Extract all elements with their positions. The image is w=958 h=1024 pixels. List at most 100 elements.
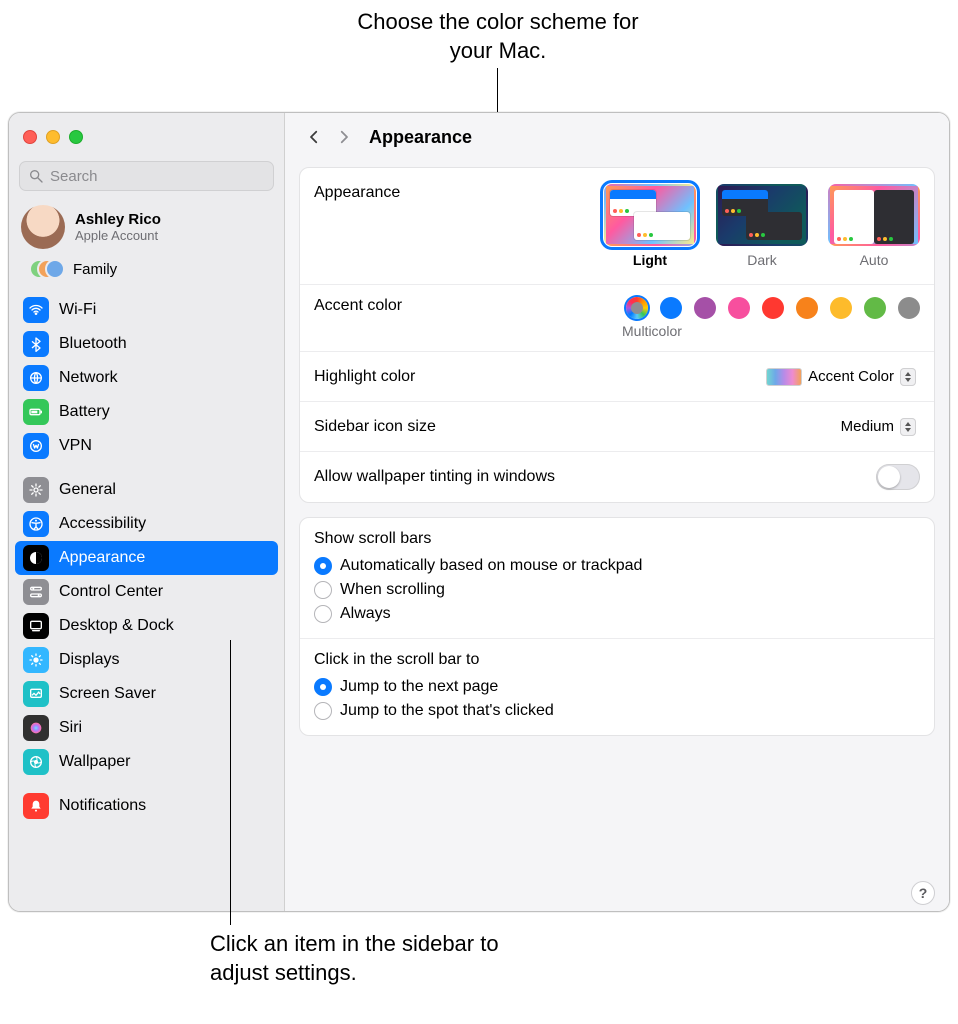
accent-swatch-blue[interactable] bbox=[660, 297, 682, 319]
zoom-button[interactable] bbox=[69, 130, 83, 144]
help-button[interactable]: ? bbox=[911, 881, 935, 905]
globe-icon bbox=[23, 365, 49, 391]
appearance-thumbnail bbox=[604, 184, 696, 246]
scrollbars-option[interactable]: Automatically based on mouse or trackpad bbox=[314, 554, 920, 578]
apple-account-row[interactable]: Ashley Rico Apple Account bbox=[9, 199, 284, 253]
highlight-value: Accent Color bbox=[808, 368, 894, 385]
callout-top: Choose the color scheme for your Mac. bbox=[348, 8, 648, 65]
sidebar-item-label: Notifications bbox=[59, 797, 146, 815]
sidebar-item-label: Network bbox=[59, 369, 118, 387]
sidebar-item-label: Displays bbox=[59, 651, 119, 669]
wallpaper-icon bbox=[23, 749, 49, 775]
accent-swatch-orange[interactable] bbox=[796, 297, 818, 319]
sidebar-item-desktop-dock[interactable]: Desktop & Dock bbox=[15, 609, 278, 643]
wifi-icon bbox=[23, 297, 49, 323]
sidebar-item-network[interactable]: Network bbox=[15, 361, 278, 395]
sidebar-item-wallpaper[interactable]: Wallpaper bbox=[15, 745, 278, 779]
radio-label: When scrolling bbox=[340, 581, 445, 599]
control-center-icon bbox=[23, 579, 49, 605]
nav-forward-button[interactable] bbox=[333, 126, 355, 148]
accent-label: Accent color bbox=[314, 297, 402, 315]
screen-saver-icon bbox=[23, 681, 49, 707]
accent-swatch-pink[interactable] bbox=[728, 297, 750, 319]
accent-swatch-purple[interactable] bbox=[694, 297, 716, 319]
highlight-label: Highlight color bbox=[314, 368, 415, 386]
callout-line-bottom bbox=[230, 640, 231, 925]
appearance-icon bbox=[23, 545, 49, 571]
sidebar-item-vpn[interactable]: VPN bbox=[15, 429, 278, 463]
sidebar-item-label: Wi-Fi bbox=[59, 301, 96, 319]
radio-button[interactable] bbox=[314, 702, 332, 720]
search-field[interactable] bbox=[19, 161, 274, 191]
family-row[interactable]: Family bbox=[9, 253, 284, 289]
chevron-right-icon bbox=[335, 128, 353, 146]
sidebar-item-displays[interactable]: Displays bbox=[15, 643, 278, 677]
accent-swatch-yellow[interactable] bbox=[830, 297, 852, 319]
appearance-label: Appearance bbox=[314, 184, 400, 202]
accent-swatch-graphite[interactable] bbox=[898, 297, 920, 319]
minimize-button[interactable] bbox=[46, 130, 60, 144]
bluetooth-icon bbox=[23, 331, 49, 357]
sidebar-item-wi-fi[interactable]: Wi-Fi bbox=[15, 293, 278, 327]
appearance-option-dark[interactable]: Dark bbox=[716, 184, 808, 268]
close-button[interactable] bbox=[23, 130, 37, 144]
nav-back-button[interactable] bbox=[303, 126, 325, 148]
desktop-dock-icon bbox=[23, 613, 49, 639]
sidebar-item-screen-saver[interactable]: Screen Saver bbox=[15, 677, 278, 711]
scrollbars-section: Show scroll bars Automatically based on … bbox=[300, 518, 934, 638]
notifications-icon bbox=[23, 793, 49, 819]
sidebar-item-label: Bluetooth bbox=[59, 335, 127, 353]
radio-button[interactable] bbox=[314, 581, 332, 599]
sidebar-item-bluetooth[interactable]: Bluetooth bbox=[15, 327, 278, 361]
gear-icon bbox=[23, 477, 49, 503]
sidebar-item-control-center[interactable]: Control Center bbox=[15, 575, 278, 609]
radio-button[interactable] bbox=[314, 557, 332, 575]
accent-swatch-red[interactable] bbox=[762, 297, 784, 319]
panel-scroll: Show scroll bars Automatically based on … bbox=[299, 517, 935, 736]
sidebar-item-siri[interactable]: Siri bbox=[15, 711, 278, 745]
sidebar-icon-size-value: Medium bbox=[841, 418, 894, 435]
main-pane: Appearance Appearance Light Dark Auto Acce… bbox=[285, 113, 949, 911]
accent-swatch-green[interactable] bbox=[864, 297, 886, 319]
sidebar-icon-size-label: Sidebar icon size bbox=[314, 418, 436, 436]
sidebar-item-label: Desktop & Dock bbox=[59, 617, 174, 635]
wallpaper-tint-toggle[interactable] bbox=[876, 464, 920, 490]
search-input[interactable] bbox=[50, 168, 265, 185]
sidebar-item-notifications[interactable]: Notifications bbox=[15, 789, 278, 823]
highlight-gradient-chip bbox=[766, 368, 802, 386]
sidebar-item-accessibility[interactable]: Accessibility bbox=[15, 507, 278, 541]
sidebar-item-general[interactable]: General bbox=[15, 473, 278, 507]
battery-icon bbox=[23, 399, 49, 425]
sidebar-item-label: Control Center bbox=[59, 583, 163, 601]
scroll-click-option[interactable]: Jump to the spot that's clicked bbox=[314, 699, 920, 723]
scroll-click-option[interactable]: Jump to the next page bbox=[314, 675, 920, 699]
scroll-click-title: Click in the scroll bar to bbox=[314, 651, 920, 669]
accent-swatch-multicolor[interactable] bbox=[626, 297, 648, 319]
accent-selected-name: Multicolor bbox=[622, 323, 682, 339]
page-title: Appearance bbox=[369, 127, 472, 148]
sidebar-list: Wi-Fi Bluetooth Network BatteryVPN GeneralAc… bbox=[9, 289, 284, 911]
appearance-option-label: Auto bbox=[828, 252, 920, 268]
appearance-thumbnail bbox=[716, 184, 808, 246]
appearance-option-auto[interactable]: Auto bbox=[828, 184, 920, 268]
appearance-thumbnail bbox=[828, 184, 920, 246]
account-sub: Apple Account bbox=[75, 228, 161, 243]
highlight-popup[interactable]: Accent Color bbox=[758, 366, 920, 388]
scrollbars-option[interactable]: Always bbox=[314, 602, 920, 626]
sidebar-item-appearance[interactable]: Appearance bbox=[15, 541, 278, 575]
accent-swatches bbox=[626, 297, 920, 319]
scroll-click-section: Click in the scroll bar to Jump to the n… bbox=[300, 638, 934, 735]
sidebar-item-label: Siri bbox=[59, 719, 82, 737]
sidebar-icon-size-popup[interactable]: Medium bbox=[833, 416, 920, 438]
sidebar-item-battery[interactable]: Battery bbox=[15, 395, 278, 429]
appearance-option-light[interactable]: Light bbox=[604, 184, 696, 268]
scrollbars-option[interactable]: When scrolling bbox=[314, 578, 920, 602]
displays-icon bbox=[23, 647, 49, 673]
account-name: Ashley Rico bbox=[75, 211, 161, 228]
radio-button[interactable] bbox=[314, 678, 332, 696]
chevron-left-icon bbox=[305, 128, 323, 146]
family-label: Family bbox=[73, 261, 117, 278]
appearance-option-label: Dark bbox=[716, 252, 808, 268]
radio-button[interactable] bbox=[314, 605, 332, 623]
radio-label: Always bbox=[340, 605, 391, 623]
